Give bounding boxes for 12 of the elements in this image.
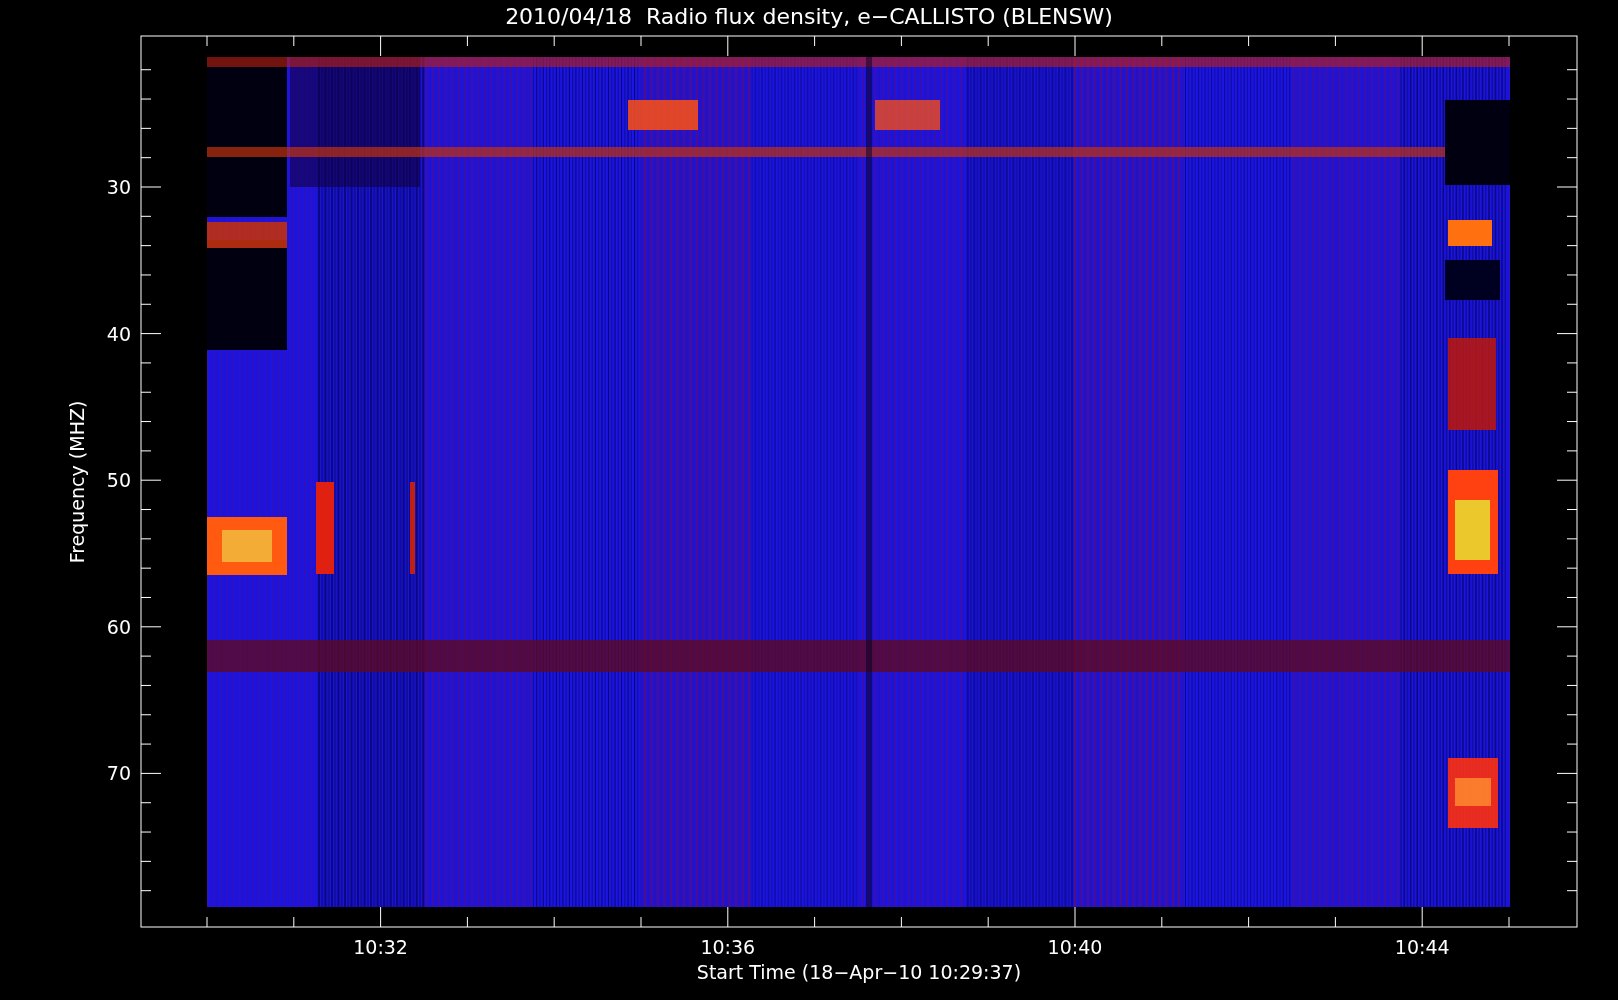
y-tick-label: 40 [106, 322, 131, 345]
y-tick-label: 50 [106, 469, 131, 492]
y-tick-label: 30 [106, 176, 131, 198]
y-tick-label: 70 [106, 762, 131, 785]
x-tick-label: 10:40 [1047, 936, 1103, 958]
x-axis-label: Start Time (18−Apr−10 10:29:37) [696, 961, 1022, 983]
x-tick-label: 10:32 [353, 936, 408, 958]
chart-title: 2010/04/18 Radio flux density, e−CALLISTO (BLENSW) [505, 4, 1113, 29]
y-axis-label: Frequency (MHZ) [66, 400, 88, 564]
x-tick-label: 10:44 [1394, 936, 1450, 958]
x-tick-label: 10:36 [700, 936, 756, 958]
y-tick-label: 60 [106, 615, 131, 638]
